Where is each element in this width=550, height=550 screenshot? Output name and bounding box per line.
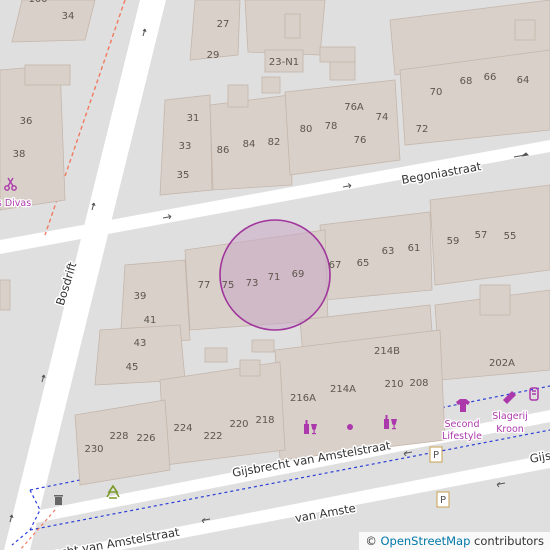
house-number-label: 226	[136, 433, 155, 444]
poi-label: Slagerij	[492, 411, 528, 422]
map-canvas[interactable]: 34 27 29 23-N1 36 38 31 33 35 86 84 82 8…	[0, 0, 550, 550]
house-number-label: 55	[504, 231, 517, 242]
house-number-label: 230	[84, 444, 103, 455]
house-number-label: 61	[408, 243, 421, 254]
butcher-icon[interactable]	[502, 387, 539, 405]
oneway-arrow-icon	[41, 374, 46, 383]
oneway-arrow-icon	[403, 451, 413, 457]
house-number-label: 34	[62, 11, 75, 22]
house-number-label: 41	[144, 315, 157, 326]
house-number-label: 78	[325, 121, 338, 132]
building	[429, 184, 550, 286]
svg-text:P: P	[433, 450, 439, 461]
building	[227, 84, 249, 108]
house-number-label: 59	[447, 236, 460, 247]
house-number-label: 86	[217, 145, 230, 156]
map-view[interactable]: 34 27 29 23-N1 36 38 31 33 35 86 84 82 8…	[0, 0, 550, 550]
house-number-label: 82	[268, 137, 281, 148]
building	[204, 347, 228, 363]
building	[514, 19, 536, 41]
svg-text:P: P	[440, 495, 446, 506]
building	[24, 64, 71, 86]
house-number-label: 216A	[290, 393, 316, 404]
house-number-label: 66	[484, 72, 497, 83]
building	[239, 359, 261, 377]
house-number-label: 38	[13, 149, 26, 160]
attribution: © OpenStreetMap contributors	[359, 532, 550, 550]
poi-label: Lifestyle	[442, 431, 482, 442]
building	[319, 46, 356, 63]
house-number-label: 69	[292, 269, 305, 280]
house-number-label: 31	[187, 113, 200, 124]
house-number-label: 67	[329, 260, 342, 271]
house-number-label: 74	[376, 112, 389, 123]
house-number-label: 57	[475, 230, 488, 241]
copyright-symbol: ©	[365, 534, 377, 548]
house-number-label: 68	[460, 76, 473, 87]
house-number-label: 29	[207, 50, 220, 61]
house-number-label: 75	[222, 280, 235, 291]
building	[0, 279, 11, 311]
house-number-label: 80	[300, 124, 313, 135]
parking-icon[interactable]: P	[429, 446, 443, 463]
house-number-label: 23-N1	[269, 57, 299, 68]
street-label-gijsbrecht-lower: recht van Amstelstraat	[48, 525, 181, 550]
house-number-label: 210	[384, 379, 403, 390]
house-number-label: 64	[517, 75, 530, 86]
house-number-label: 45	[126, 362, 139, 373]
poi-label: Kroon	[496, 424, 524, 435]
building	[261, 76, 281, 94]
house-number-label: 222	[203, 431, 222, 442]
house-number-label: 70	[430, 87, 443, 98]
house-number-label: 33	[179, 141, 192, 152]
house-number-label: 228	[109, 431, 128, 442]
house-number-label: 43	[134, 338, 147, 349]
house-number-label: 202A	[489, 358, 515, 369]
poi-label: Second	[445, 419, 480, 430]
attribution-link[interactable]: OpenStreetMap	[380, 534, 470, 548]
house-number-label: 36	[20, 116, 33, 127]
building	[74, 399, 171, 486]
house-number-label: 65	[357, 258, 370, 269]
house-number-label: 72	[416, 124, 429, 135]
poi-dot-icon[interactable]	[347, 424, 353, 430]
house-number-label: 39	[134, 291, 147, 302]
parking-icon[interactable]: P	[436, 491, 450, 508]
house-number-label: 214B	[374, 346, 400, 357]
building	[329, 59, 356, 81]
house-number-label: 208	[409, 378, 428, 389]
poi-label: s Divas	[0, 198, 31, 209]
building	[94, 324, 186, 386]
house-number-label: 84	[243, 139, 256, 150]
house-number-label: 35	[177, 170, 190, 181]
house-number-label: 214A	[330, 384, 356, 395]
building	[319, 211, 433, 301]
house-number-label: 224	[173, 423, 192, 434]
clothes-icon[interactable]	[456, 399, 470, 412]
building	[11, 0, 96, 43]
house-number-label: 27	[217, 19, 230, 30]
house-number-label: 218	[255, 415, 274, 426]
attribution-suffix: contributors	[470, 534, 544, 548]
building	[251, 339, 275, 353]
house-number-label: 73	[246, 278, 259, 289]
house-number-label: 76A	[344, 102, 364, 113]
oneway-arrow-icon	[496, 482, 506, 488]
house-number-label: 76	[354, 135, 367, 146]
waste-basket-icon[interactable]	[54, 495, 63, 505]
house-number-label: 71	[268, 272, 281, 283]
building	[479, 284, 511, 316]
house-number-label: 77	[198, 280, 211, 291]
building	[159, 361, 286, 466]
building	[284, 13, 301, 39]
house-number-label: 100	[28, 0, 47, 5]
house-number-label: 220	[229, 419, 248, 430]
house-number-label: 63	[382, 246, 395, 257]
